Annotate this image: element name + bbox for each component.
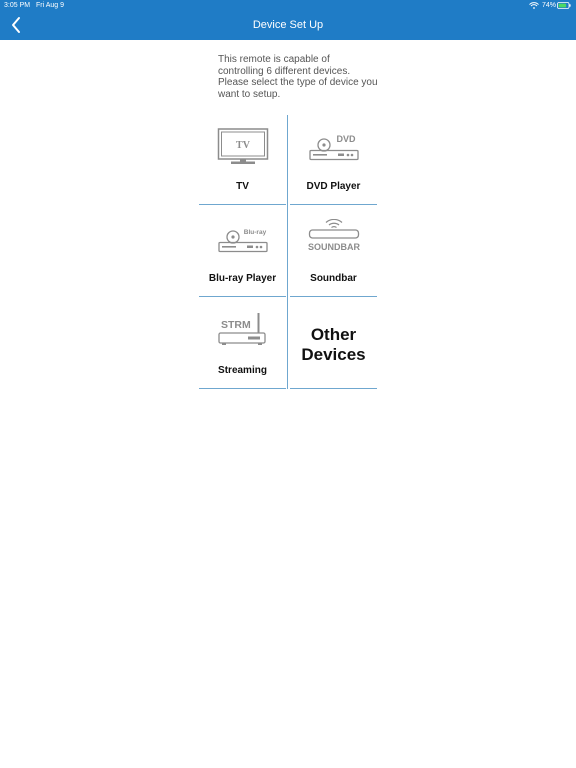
device-tile-bluray-player[interactable]: Blu-ray Blu-ray Player [199,207,286,297]
device-label-bluray-player: Blu-ray Player [208,273,277,284]
soundbar-icon-text: SOUNDBAR [308,242,360,252]
dvd-icon-text: DVD [336,134,356,144]
streaming-icon: STRM [218,313,266,345]
device-tile-tv[interactable]: TV TV [199,115,286,205]
other-devices-line2: Devices [301,345,366,364]
other-devices-label: Other Devices [290,325,377,365]
bluray-icon-text: Blu-ray [244,229,267,236]
wifi-icon [529,2,539,9]
device-label-tv: TV [236,181,249,192]
other-devices-line1: Other [310,325,357,344]
page-title: Device Set Up [252,19,324,31]
soundbar-icon: SOUNDBAR [308,219,360,252]
device-tile-other-devices[interactable]: Other Devices [290,299,377,389]
device-label-soundbar: Soundbar [310,273,357,284]
device-tile-streaming[interactable]: STRM Streaming [199,299,286,389]
bluray-player-icon: Blu-ray [218,229,268,253]
device-tile-soundbar[interactable]: SOUNDBAR Soundbar [290,207,377,297]
device-grid: TV TV DVD DVD Player Blu-ray Blu-ray Pla… [199,115,377,389]
streaming-icon-text: STRM [221,319,251,331]
battery-percentage: 74% [541,2,556,9]
grid-divider [287,115,288,389]
device-tile-dvd-player[interactable]: DVD DVD Player [290,115,377,205]
tv-icon: TV [217,128,269,164]
tv-icon-text: TV [236,140,251,151]
device-label-dvd-player: DVD Player [306,181,361,192]
device-label-streaming: Streaming [218,365,267,376]
battery-icon [557,2,571,9]
dvd-player-icon: DVD [309,134,359,161]
intro-text: This remote is capable of controlling 6 … [218,54,378,100]
status-time: 3:05 PM [4,2,31,9]
status-date: Fri Aug 9 [36,2,65,9]
navigation-bar: 3:05 PM Fri Aug 9 74% Device Set Up [0,0,576,40]
